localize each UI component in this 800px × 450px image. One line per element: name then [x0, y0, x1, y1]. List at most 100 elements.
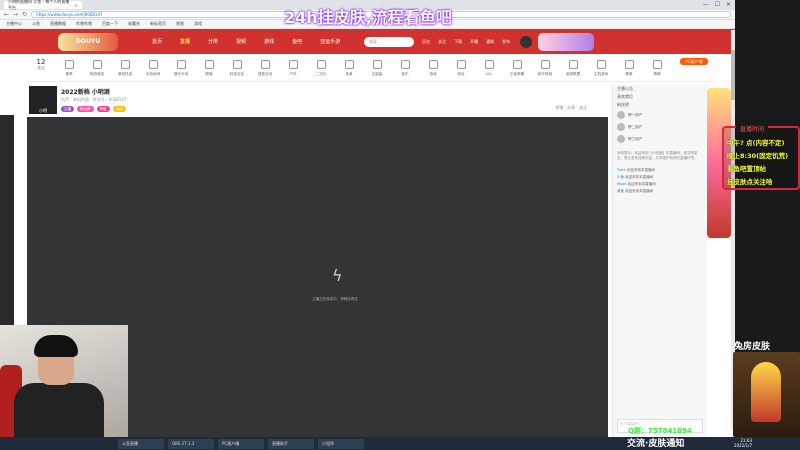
category-item[interactable]: 主机游戏	[587, 58, 615, 77]
bookmark-item[interactable]: 游戏	[194, 21, 202, 27]
maximize-icon[interactable]: ☐	[715, 1, 720, 8]
person-hair	[34, 335, 78, 357]
avatar	[617, 123, 625, 131]
avatar[interactable]	[520, 35, 533, 48]
bookmark-item[interactable]: 主播中心	[6, 21, 22, 27]
rank-row[interactable]: 榜三用户	[613, 133, 707, 145]
follow-count[interactable]: 12 关注	[27, 58, 55, 71]
schedule-title: 直播时间	[736, 124, 769, 133]
category-item[interactable]: 手游休闲	[139, 58, 167, 77]
category-item[interactable]: 娱乐天地	[167, 58, 195, 77]
bookmark-item[interactable]: 百度一下	[102, 21, 118, 27]
category-item[interactable]: 王者荣耀	[503, 58, 531, 77]
status-badge[interactable]: 粉丝牌	[77, 106, 94, 112]
category-item[interactable]: 推荐	[55, 58, 83, 77]
category-item[interactable]: 体育	[335, 58, 363, 77]
category-item[interactable]: 科技文化	[223, 58, 251, 77]
room-label: 兔房皮肤	[734, 342, 771, 352]
category-item[interactable]: 英雄联盟	[559, 58, 587, 77]
close-icon[interactable]: ✕	[75, 3, 78, 8]
streamer-avatar[interactable]: 小明	[29, 86, 57, 114]
category-item[interactable]: 网游竞技	[83, 58, 111, 77]
nav-item-yuba[interactable]: 鱼吧	[292, 38, 302, 45]
skin-figure	[751, 362, 781, 422]
bookmark-item[interactable]: 斗鱼	[32, 21, 40, 27]
refresh-icon[interactable]: ↻	[22, 10, 27, 20]
site-header: DOUYU 首页 直播 分类 视频 游戏 鱼吧 亚运手游 搜索 历史 关注 下载…	[0, 29, 735, 54]
category-item[interactable]: 游戏	[419, 58, 447, 77]
bookmark-item[interactable]: 收藏夹	[128, 21, 140, 27]
avatar	[617, 135, 625, 143]
taskbar-item[interactable]: 斗鱼直播	[118, 438, 164, 449]
site-logo[interactable]: DOUYU	[58, 32, 118, 51]
tab-announcement[interactable]: 主播公告	[613, 85, 707, 93]
left-sidebar	[0, 115, 14, 335]
streamer-title: 2022新档 小明酒	[61, 89, 110, 96]
taskbar-item[interactable]: OBS 27.1.3	[168, 438, 214, 449]
search-input[interactable]: 搜索	[364, 36, 415, 47]
close-window-icon[interactable]: ✕	[726, 1, 731, 8]
category-item[interactable]: 二次元	[307, 58, 335, 77]
follow-icon[interactable]: 关注	[438, 39, 446, 45]
category-bar: 12 关注 推荐 网游竞技 单机热游 手游休闲 娱乐天地 颜值 科技文化 语音互动 户外 二次元体…	[27, 55, 717, 82]
broadcast-icon[interactable]: 开播	[470, 39, 478, 45]
category-item[interactable]: 音乐	[391, 58, 419, 77]
browser-tab[interactable]: 小明的直播间 斗鱼 - 每个人的直播平台 ✕	[4, 0, 82, 10]
status-badge[interactable]: 主播	[61, 106, 74, 112]
schedule-box: 直播时间 中午? 点(内容不定) 晚上8:30(固定饥荒) 看鱼吧置顶帖 挂皮肤…	[722, 124, 800, 190]
category-item[interactable]: 语音互动	[251, 58, 279, 77]
report-share-follow[interactable]: 举报 · 分享 · 关注	[555, 105, 587, 111]
nav-item-event[interactable]: 亚运手游	[320, 38, 340, 45]
douyu-logo-icon: ϟ	[332, 266, 343, 285]
nav-item-category[interactable]: 分类	[208, 38, 218, 45]
notification-icon[interactable]: 通知	[486, 39, 494, 45]
nav-item-games[interactable]: 游戏	[264, 38, 274, 45]
bookmark-item[interactable]: 哔哩哔哩	[76, 21, 92, 27]
bookmark-item[interactable]: 直播数据	[50, 21, 66, 27]
history-icon[interactable]: 历史	[422, 39, 430, 45]
category-icon	[148, 60, 158, 69]
category-item[interactable]: 正能量	[363, 58, 391, 77]
rank-row[interactable]: 榜二用户	[613, 121, 707, 133]
main-nav: 首页 直播 分类 视频 游戏 鱼吧 亚运手游	[152, 38, 340, 45]
status-badge[interactable]: 等级	[96, 106, 110, 112]
taskbar-item[interactable]: 直播助手	[268, 438, 314, 449]
nav-item-video[interactable]: 视频	[236, 38, 246, 45]
header-banner[interactable]	[538, 32, 595, 51]
category-icon	[596, 60, 606, 69]
category-item[interactable]: 棋牌	[643, 58, 671, 77]
tab-vip[interactable]: 贵宾席位	[613, 93, 707, 101]
category-item[interactable]: 和平精英	[531, 58, 559, 77]
category-item[interactable]: LOL	[475, 58, 503, 76]
category-icon	[344, 60, 354, 69]
download-icon[interactable]: 下载	[454, 39, 462, 45]
status-badge[interactable]: 活动	[112, 106, 126, 112]
chat-panel: 主播公告 贵宾席位 粉丝榜 榜一用户 榜二用户 榜三用户 系统提示：欢迎来到【小…	[612, 85, 707, 437]
category-item[interactable]: 综合	[447, 58, 475, 77]
publish-icon[interactable]: 发布	[502, 39, 510, 45]
scrollbar-thumb[interactable]	[731, 50, 735, 100]
nav-item-home[interactable]: 首页	[152, 38, 162, 45]
category-item[interactable]: 颜值	[195, 58, 223, 77]
tab-fans[interactable]: 粉丝榜	[613, 101, 707, 109]
bookmark-item[interactable]: 新标签页	[150, 21, 166, 27]
streamer-badges: 主播 粉丝牌 等级 活动	[61, 106, 126, 112]
nav-item-live[interactable]: 直播	[180, 38, 190, 45]
pc-client-button[interactable]: PC客户端	[680, 58, 708, 65]
minimize-icon[interactable]: —	[703, 1, 709, 8]
schedule-line: 挂皮肤点关注哈	[727, 178, 773, 186]
category-item[interactable]: 单机热游	[111, 58, 139, 77]
category-item[interactable]: 赛事	[615, 58, 643, 77]
forward-icon[interactable]: →	[13, 10, 18, 20]
category-item[interactable]: 户外	[279, 58, 307, 77]
room-skin-art	[733, 352, 800, 437]
category-icon	[176, 60, 186, 69]
taskbar-item[interactable]: 小程序	[318, 438, 364, 449]
rank-row[interactable]: 榜一用户	[613, 109, 707, 121]
back-icon[interactable]: ←	[4, 10, 9, 20]
bookmark-item[interactable]: 视频	[176, 21, 184, 27]
chat-message: 咸鱼 欢迎来到本直播间	[617, 189, 654, 193]
category-icon	[540, 60, 550, 69]
taskbar-item[interactable]: PC客户端	[218, 438, 264, 449]
taskbar-clock[interactable]: 21:03 2022/1/7	[734, 438, 752, 448]
